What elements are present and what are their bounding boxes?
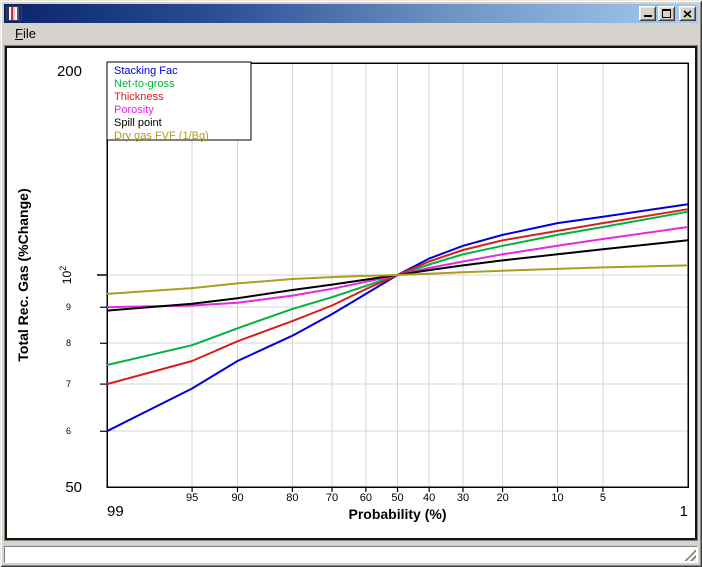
x-tick-label: 40 [423,492,435,504]
x-tick-label: 30 [457,492,469,504]
maximize-button[interactable] [658,6,675,21]
status-bar [4,546,698,563]
y-minor-label: 7 [66,379,71,389]
minimize-icon [644,15,652,17]
chart-panel: 200509876102Total Rec. Gas (%Change)9590… [4,45,698,541]
y-axis-title: Total Rec. Gas (%Change) [15,188,31,361]
x-tick-label: 60 [360,492,372,504]
minimize-button[interactable] [639,6,656,21]
x-right-label: 1 [680,503,688,520]
x-tick-label: 5 [600,492,606,504]
app-icon [6,6,22,21]
menu-file[interactable]: File [10,25,41,42]
legend-item: Net-to-gross [114,78,175,90]
sensitivity-chart: 200509876102Total Rec. Gas (%Change)9590… [7,48,695,538]
legend-item: Spill point [114,117,162,129]
titlebar-buttons [639,6,696,21]
chart-area: 200509876102Total Rec. Gas (%Change)9590… [7,48,695,538]
maximize-icon [662,9,671,18]
y-bottom-label: 50 [65,479,82,496]
menubar: File [4,23,698,44]
app-window: File 200509876102Total Rec. Gas (%Change… [0,0,702,567]
y-minor-label: 8 [66,338,71,348]
y-major-label: 102 [58,266,74,284]
x-left-label: 99 [107,503,124,520]
y-major-exponent: 2 [58,266,68,271]
legend-item: Thickness [114,91,164,103]
legend-item: Porosity [114,104,154,116]
x-tick-label: 80 [286,492,298,504]
titlebar[interactable] [4,4,698,23]
resize-grip[interactable] [683,548,696,561]
close-icon [683,10,692,18]
x-tick-label: 50 [391,492,403,504]
x-tick-label: 95 [186,492,198,504]
x-tick-label: 10 [551,492,563,504]
y-top-label: 200 [57,63,82,80]
y-minor-label: 6 [66,426,71,436]
x-tick-label: 70 [326,492,338,504]
close-button[interactable] [679,6,696,21]
legend-item: Stacking Fac [114,65,178,77]
x-tick-label: 90 [231,492,243,504]
x-axis-title: Probability (%) [348,506,446,522]
legend-item: Dry gas FVF (1/Bg) [114,130,209,142]
y-minor-label: 9 [66,302,71,312]
x-tick-label: 20 [496,492,508,504]
